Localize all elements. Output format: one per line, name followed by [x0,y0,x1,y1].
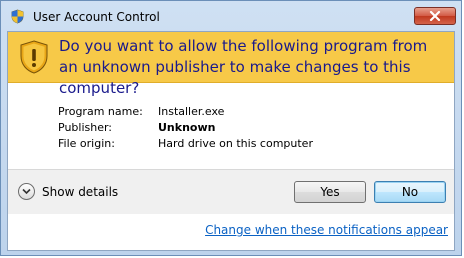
window-title: User Account Control [33,10,160,24]
program-details: Program name: Installer.exe Publisher: U… [58,104,313,152]
close-button[interactable] [414,7,456,25]
publisher-row: Publisher: Unknown [58,120,313,136]
show-details-toggle[interactable]: Show details [18,183,118,200]
change-notifications-link[interactable]: Change when these notifications appear [205,223,448,237]
dialog-footer: Show details Yes No [8,169,454,214]
publisher-value: Unknown [158,121,216,134]
file-origin-label: File origin: [58,137,115,150]
publisher-label: Publisher: [58,121,113,134]
program-name-row: Program name: Installer.exe [58,104,313,120]
uac-dialog-window: User Account Control Do you want to allo… [0,0,462,256]
close-icon [429,11,441,21]
file-origin-row: File origin: Hard drive on this computer [58,136,313,152]
dialog-body: Do you want to allow the following progr… [7,31,455,251]
no-button[interactable]: No [374,181,446,203]
headline-text: Do you want to allow the following progr… [59,37,428,97]
yes-button[interactable]: Yes [294,181,366,203]
program-name-label: Program name: [58,105,143,118]
warning-banner: Do you want to allow the following progr… [8,32,454,97]
shield-warning-icon [20,40,48,74]
file-origin-value: Hard drive on this computer [158,137,313,150]
uac-shield-icon [11,9,24,24]
show-details-label: Show details [42,184,119,199]
title-bar[interactable]: User Account Control [1,1,461,31]
program-name-value: Installer.exe [158,105,225,118]
chevron-down-icon[interactable] [18,183,35,200]
